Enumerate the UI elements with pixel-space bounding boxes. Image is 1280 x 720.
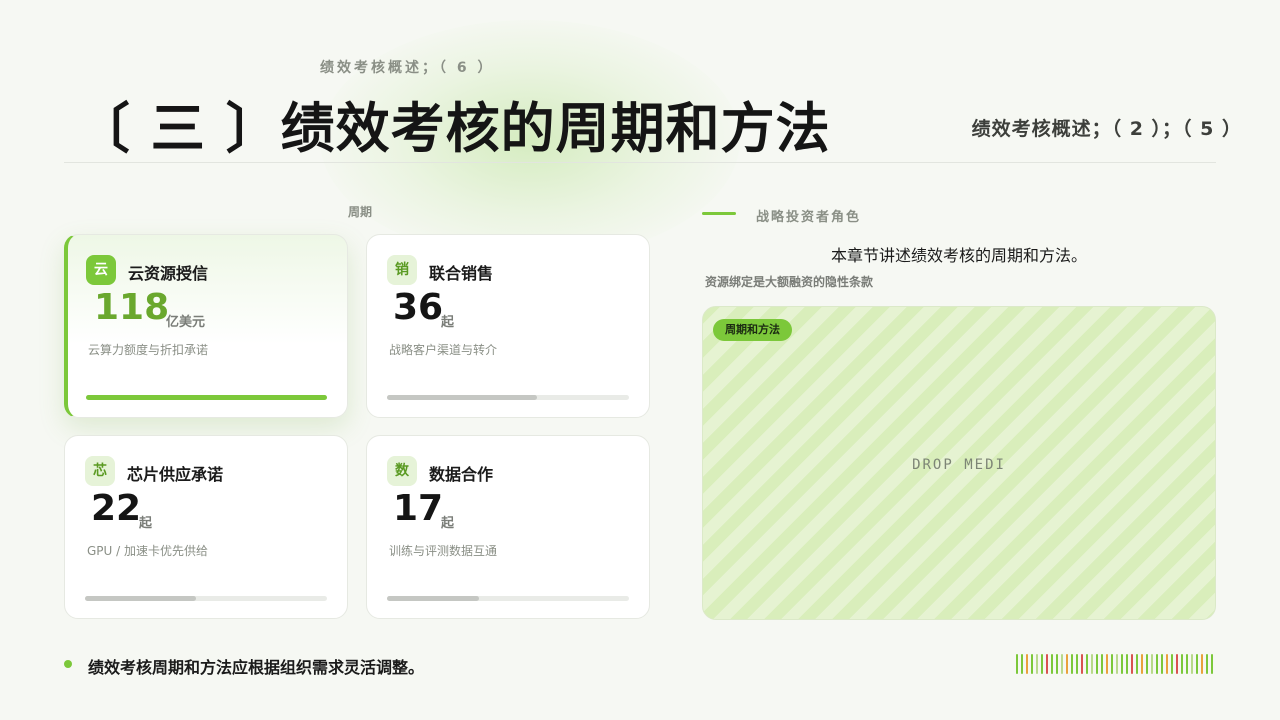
footer-bullet-text: 绩效考核周期和方法应根据组织需求灵活调整。 (88, 658, 425, 677)
barcode-stripe (1141, 654, 1143, 674)
card-progress-track (86, 395, 327, 400)
header-right-subtitle: 绩效考核概述；（ 2 ）；（ 5 ） (971, 118, 1242, 140)
card-progress-fill (86, 395, 327, 400)
barcode-stripe (1051, 654, 1053, 674)
barcode-stripe (1111, 654, 1113, 674)
section-accent-line (702, 212, 736, 215)
card-badge-icon: 芯 (85, 456, 115, 486)
header-kicker: 绩效考核概述；（ 6 ） (320, 60, 495, 76)
barcode-stripe (1146, 654, 1148, 674)
barcode-stripe (1096, 654, 1098, 674)
card-description: 训练与评测数据互通 (389, 544, 498, 558)
section-heading: 本章节讲述绩效考核的周期和方法。 (830, 246, 1087, 265)
barcode-stripe (1211, 654, 1213, 674)
barcode-stripe (1091, 654, 1093, 674)
metric-card-data[interactable]: 数 数据合作 17 起 训练与评测数据互通 (366, 435, 650, 619)
card-unit: 起 (441, 315, 455, 330)
card-value: 118 (94, 287, 170, 328)
barcode-stripe (1086, 654, 1088, 674)
card-description: 战略客户渠道与转介 (389, 343, 498, 357)
barcode-stripe (1026, 654, 1028, 674)
barcode-stripe (1036, 654, 1038, 674)
barcode-stripe (1161, 654, 1163, 674)
bullet-icon (64, 660, 72, 668)
metric-card-chips[interactable]: 芯 芯片供应承诺 22 起 GPU / 加速卡优先供给 (64, 435, 348, 619)
barcode-stripe (1021, 654, 1023, 674)
card-progress-fill (387, 395, 538, 400)
card-value: 17 (393, 488, 444, 529)
barcode-stripe (1106, 654, 1108, 674)
barcode-stripe (1166, 654, 1168, 674)
barcode-stripe (1081, 654, 1083, 674)
section-label: 战略投资者角色 (756, 210, 862, 225)
card-progress-track (387, 395, 629, 400)
card-progress-fill (85, 596, 197, 601)
barcode-stripe (1191, 654, 1193, 674)
card-description: GPU / 加速卡优先供给 (87, 544, 208, 558)
media-placeholder-text: DROP MEDI (912, 457, 1006, 473)
card-badge-icon: 销 (387, 255, 417, 285)
barcode-stripe (1116, 654, 1118, 674)
card-unit: 亿美元 (166, 315, 206, 330)
barcode-stripe (1056, 654, 1058, 674)
barcode-stripe (1071, 654, 1073, 674)
barcode-stripe (1206, 654, 1208, 674)
section-note: 资源绑定是大额融资的隐性条款 (705, 275, 874, 289)
card-title: 云资源授信 (128, 264, 209, 283)
card-unit: 起 (441, 516, 455, 531)
barcode-stripe (1136, 654, 1138, 674)
card-progress-fill (387, 596, 479, 601)
metric-card-cloud[interactable]: 云 云资源授信 118 亿美元 云算力额度与折扣承诺 (64, 234, 348, 418)
card-value: 22 (91, 488, 142, 529)
barcode-stripe (1176, 654, 1178, 674)
card-value: 36 (393, 287, 444, 328)
barcode-stripe (1076, 654, 1078, 674)
barcode-stripe (1016, 654, 1018, 674)
card-progress-track (387, 596, 629, 601)
card-badge-icon: 数 (387, 456, 417, 486)
grid-label: 周期 (348, 205, 373, 219)
header-divider (64, 162, 1216, 163)
barcode-stripe (1061, 654, 1063, 674)
barcode-stripe (1201, 654, 1203, 674)
barcode-stripe (1186, 654, 1188, 674)
card-progress-track (85, 596, 327, 601)
barcode-stripe (1196, 654, 1198, 674)
media-drop-zone[interactable]: 周期和方法 DROP MEDI (702, 306, 1216, 620)
card-title: 数据合作 (429, 465, 494, 484)
barcode-stripe (1101, 654, 1103, 674)
barcode-stripe (1126, 654, 1128, 674)
barcode-stripe (1181, 654, 1183, 674)
barcode-stripe (1031, 654, 1033, 674)
decorative-barcode (1016, 654, 1216, 674)
barcode-stripe (1066, 654, 1068, 674)
card-description: 云算力额度与折扣承诺 (88, 343, 209, 357)
barcode-stripe (1041, 654, 1043, 674)
barcode-stripe (1156, 654, 1158, 674)
barcode-stripe (1171, 654, 1173, 674)
metric-card-sales[interactable]: 销 联合销售 36 起 战略客户渠道与转介 (366, 234, 650, 418)
barcode-stripe (1046, 654, 1048, 674)
media-tag: 周期和方法 (713, 319, 792, 341)
barcode-stripe (1151, 654, 1153, 674)
barcode-stripe (1121, 654, 1123, 674)
card-unit: 起 (139, 516, 153, 531)
page-title: 〔 三 〕绩效考核的周期和方法 (76, 97, 831, 160)
barcode-stripe (1131, 654, 1133, 674)
card-badge-icon: 云 (86, 255, 116, 285)
card-title: 芯片供应承诺 (127, 465, 224, 484)
card-title: 联合销售 (429, 264, 494, 283)
